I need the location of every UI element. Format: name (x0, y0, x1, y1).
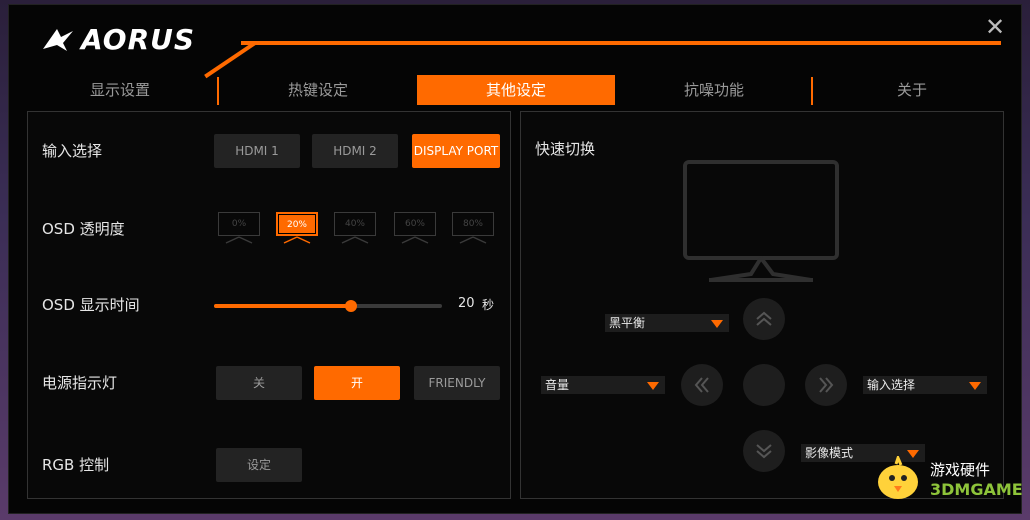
down-arrow-button[interactable] (743, 430, 785, 472)
right-function-value: 输入选择 (867, 378, 916, 392)
hdmi1-button[interactable]: HDMI 1 (214, 134, 300, 168)
left-arrow-button[interactable] (681, 364, 723, 406)
left-function-dropdown[interactable]: 音量 (541, 376, 665, 394)
opacity-80-option[interactable]: 80% (452, 212, 496, 246)
double-chevron-left-icon (694, 377, 709, 393)
opacity-0-label: 0% (218, 212, 260, 236)
osd-time-label: OSD 显示时间 (42, 296, 140, 314)
down-function-value: 影像模式 (805, 446, 854, 460)
up-function-value: 黑平衡 (609, 316, 646, 330)
power-led-friendly-button[interactable]: FRIENDLY (414, 366, 500, 400)
opacity-40-option[interactable]: 40% (334, 212, 378, 246)
right-arrow-button[interactable] (805, 364, 847, 406)
osd-time-value: 20 (458, 296, 475, 311)
input-select-label: 输入选择 (42, 142, 103, 160)
quick-switch-title: 快速切换 (535, 140, 596, 158)
chevron-down-icon (647, 382, 659, 390)
monitor-stand-icon (341, 236, 369, 244)
osd-time-slider[interactable] (214, 300, 442, 312)
right-function-dropdown[interactable]: 输入选择 (863, 376, 987, 394)
displayport-button[interactable]: DISPLAY PORT (412, 134, 500, 168)
watermark-line2: 3DMGAME (930, 480, 1023, 499)
chevron-down-icon (711, 320, 723, 328)
site-watermark: 游戏硬件 3DMGAME (874, 456, 1023, 502)
monitor-stand-icon (459, 236, 487, 244)
power-led-on-button[interactable]: 开 (314, 366, 400, 400)
rgb-label: RGB 控制 (42, 456, 110, 474)
hdmi2-button[interactable]: HDMI 2 (312, 134, 398, 168)
chevron-down-icon (969, 382, 981, 390)
watermark-line1: 游戏硬件 (930, 461, 991, 479)
opacity-20-label: 20% (276, 212, 318, 236)
aorus-eagle-icon (43, 28, 73, 51)
tab-hotkey-settings[interactable]: 热键设定 (219, 75, 417, 105)
power-led-off-button[interactable]: 关 (216, 366, 302, 400)
tab-bar: 显示设置 热键设定 其他设定 抗噪功能 关于 (21, 75, 1011, 105)
accent-line (241, 41, 1001, 45)
monitor-stand-icon (401, 236, 429, 244)
double-chevron-down-icon (756, 444, 772, 459)
double-chevron-right-icon (819, 377, 834, 393)
quick-switch-panel: 快速切换 黑平衡 音量 输入选择 影像模式 (520, 111, 1004, 499)
left-function-value: 音量 (545, 378, 570, 392)
up-arrow-button[interactable] (743, 298, 785, 340)
opacity-40-label: 40% (334, 212, 376, 236)
tab-about[interactable]: 关于 (813, 75, 1011, 105)
logo-text: AORUS (81, 23, 196, 56)
slider-fill (214, 304, 351, 308)
slider-thumb[interactable] (344, 300, 357, 312)
settings-panel: 输入选择 HDMI 1 HDMI 2 DISPLAY PORT OSD 透明度 … (27, 111, 511, 499)
main-window: AORUS ✕ 显示设置 热键设定 其他设定 抗噪功能 关于 输入选择 HDMI… (8, 4, 1022, 514)
rgb-settings-button[interactable]: 设定 (216, 448, 302, 482)
monitor-stand-icon (225, 236, 253, 244)
up-function-dropdown[interactable]: 黑平衡 (605, 314, 729, 332)
center-button[interactable] (743, 364, 785, 406)
power-led-label: 电源指示灯 (42, 374, 118, 392)
opacity-80-label: 80% (452, 212, 494, 236)
tab-noise-cancel[interactable]: 抗噪功能 (615, 75, 813, 105)
osd-transparency-label: OSD 透明度 (42, 220, 125, 238)
opacity-0-option[interactable]: 0% (218, 212, 262, 246)
opacity-60-option[interactable]: 60% (394, 212, 438, 246)
opacity-20-option[interactable]: 20% (276, 212, 320, 246)
tab-other-settings[interactable]: 其他设定 (417, 75, 615, 105)
opacity-60-label: 60% (394, 212, 436, 236)
tab-display-settings[interactable]: 显示设置 (21, 75, 219, 105)
accent-diagonal (204, 41, 257, 79)
chick-mascot-icon (878, 456, 918, 499)
monitor-stand-icon (283, 236, 311, 244)
osd-time-unit: 秒 (482, 298, 495, 312)
monitor-icon (683, 160, 839, 282)
close-icon[interactable]: ✕ (983, 15, 1007, 39)
aorus-logo: AORUS (41, 23, 195, 56)
double-chevron-up-icon (756, 311, 772, 326)
